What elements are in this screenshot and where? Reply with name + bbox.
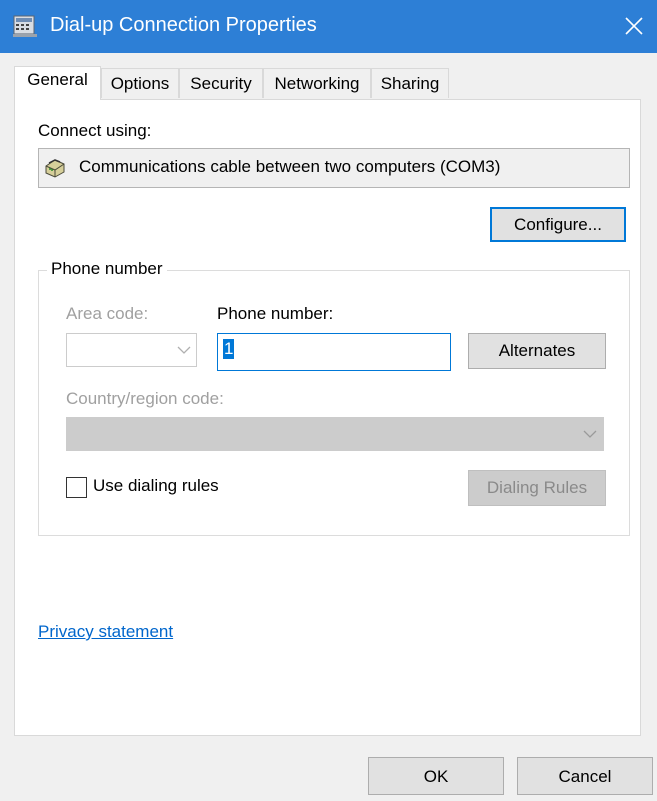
title-bar[interactable]: Dial-up Connection Properties [0, 0, 657, 53]
window-title: Dial-up Connection Properties [50, 14, 317, 36]
dialog-window: Dial-up Connection Properties General Op… [0, 0, 657, 801]
area-code-combo [66, 333, 197, 367]
use-dialing-rules-checkbox[interactable] [66, 477, 87, 498]
dialing-rules-button: Dialing Rules [468, 470, 606, 506]
tab-options[interactable]: Options [101, 68, 179, 98]
phone-number-label: Phone number: [217, 304, 334, 323]
alternates-button[interactable]: Alternates [468, 333, 606, 369]
phone-number-group: Phone number Area code: Phone number: 1 … [38, 259, 630, 536]
privacy-statement-link[interactable]: Privacy statement [38, 622, 173, 642]
dialup-connection-icon [12, 13, 38, 39]
tab-security[interactable]: Security [179, 68, 263, 98]
use-dialing-rules-label[interactable]: Use dialing rules [93, 476, 219, 496]
ok-button[interactable]: OK [368, 757, 504, 795]
device-name: Communications cable between two compute… [79, 157, 501, 176]
close-icon [625, 17, 643, 35]
tab-general[interactable]: General [14, 66, 101, 100]
phone-number-group-title: Phone number [47, 259, 167, 279]
phone-number-value: 1 [223, 339, 235, 359]
connect-using-label: Connect using: [38, 121, 152, 140]
phone-number-input[interactable]: 1 [217, 333, 451, 371]
general-panel: Connect using: Communications cable betw… [14, 99, 641, 736]
cancel-button[interactable]: Cancel [517, 757, 653, 795]
chevron-down-icon [177, 346, 191, 354]
tab-sharing[interactable]: Sharing [371, 68, 449, 98]
configure-button[interactable]: Configure... [490, 207, 626, 242]
close-button[interactable] [611, 0, 657, 53]
country-region-combo [66, 417, 604, 451]
chevron-down-icon [583, 430, 597, 438]
device-list[interactable]: Communications cable between two compute… [38, 148, 630, 188]
area-code-label: Area code: [66, 304, 149, 323]
tab-networking[interactable]: Networking [263, 68, 371, 98]
modem-icon [43, 156, 67, 180]
country-region-label: Country/region code: [66, 389, 224, 408]
